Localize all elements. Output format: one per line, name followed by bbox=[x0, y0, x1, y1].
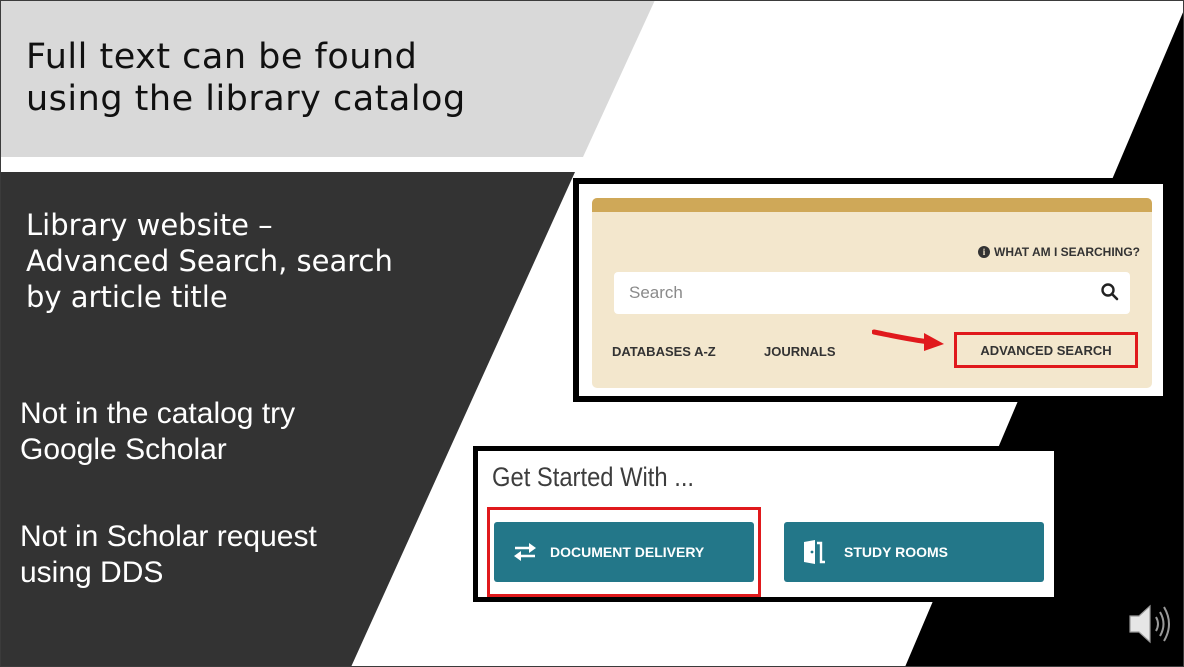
library-search-screenshot: i WHAT AM I SEARCHING? Search DATABASES … bbox=[573, 178, 1169, 402]
study-rooms-button[interactable]: STUDY ROOMS bbox=[784, 522, 1044, 582]
title-line-2: using the library catalog bbox=[26, 79, 466, 119]
search-icon[interactable] bbox=[1100, 282, 1120, 302]
bullet-line: Advanced Search, search bbox=[26, 244, 393, 278]
bullet-line: using DDS bbox=[20, 556, 164, 589]
presentation-slide: Full text can be found using the library… bbox=[0, 0, 1184, 667]
databases-az-link[interactable]: DATABASES A-Z bbox=[612, 344, 716, 359]
bullet-library-website: Library website – Advanced Search, searc… bbox=[26, 207, 393, 315]
study-rooms-label: STUDY ROOMS bbox=[844, 544, 948, 560]
title-line-1: Full text can be found bbox=[26, 37, 418, 77]
bullet-line: by article title bbox=[26, 280, 228, 314]
swap-arrows-icon bbox=[512, 542, 538, 562]
slide-title: Full text can be found using the library… bbox=[26, 36, 606, 120]
get-started-heading: Get Started With ... bbox=[492, 462, 695, 492]
get-started-screenshot: Get Started With ... DOCUMENT DELIVERY S… bbox=[473, 446, 1059, 602]
what-am-i-searching-label: WHAT AM I SEARCHING? bbox=[994, 245, 1140, 259]
search-placeholder: Search bbox=[629, 283, 683, 302]
journals-link[interactable]: JOURNALS bbox=[764, 344, 836, 359]
what-am-i-searching-link[interactable]: i WHAT AM I SEARCHING? bbox=[978, 245, 1140, 259]
bullet-dds: Not in Scholar request using DDS bbox=[20, 519, 317, 591]
door-icon bbox=[802, 540, 832, 564]
speaker-icon[interactable] bbox=[1128, 600, 1172, 648]
red-arrow-icon bbox=[872, 329, 944, 351]
document-delivery-button[interactable]: DOCUMENT DELIVERY bbox=[494, 522, 754, 582]
info-icon: i bbox=[978, 246, 990, 258]
document-delivery-label: DOCUMENT DELIVERY bbox=[550, 544, 705, 560]
bullet-line: Not in Scholar request bbox=[20, 520, 317, 553]
search-panel: i WHAT AM I SEARCHING? Search DATABASES … bbox=[592, 198, 1152, 388]
bullet-google-scholar: Not in the catalog try Google Scholar bbox=[20, 396, 295, 468]
advanced-search-link[interactable]: ADVANCED SEARCH bbox=[954, 332, 1138, 368]
bullet-line: Google Scholar bbox=[20, 433, 227, 466]
bullet-line: Library website – bbox=[26, 208, 273, 242]
panel-accent-bar bbox=[592, 198, 1152, 212]
bullet-line: Not in the catalog try bbox=[20, 397, 296, 430]
search-input[interactable]: Search bbox=[614, 272, 1130, 314]
advanced-search-label: ADVANCED SEARCH bbox=[980, 342, 1112, 358]
